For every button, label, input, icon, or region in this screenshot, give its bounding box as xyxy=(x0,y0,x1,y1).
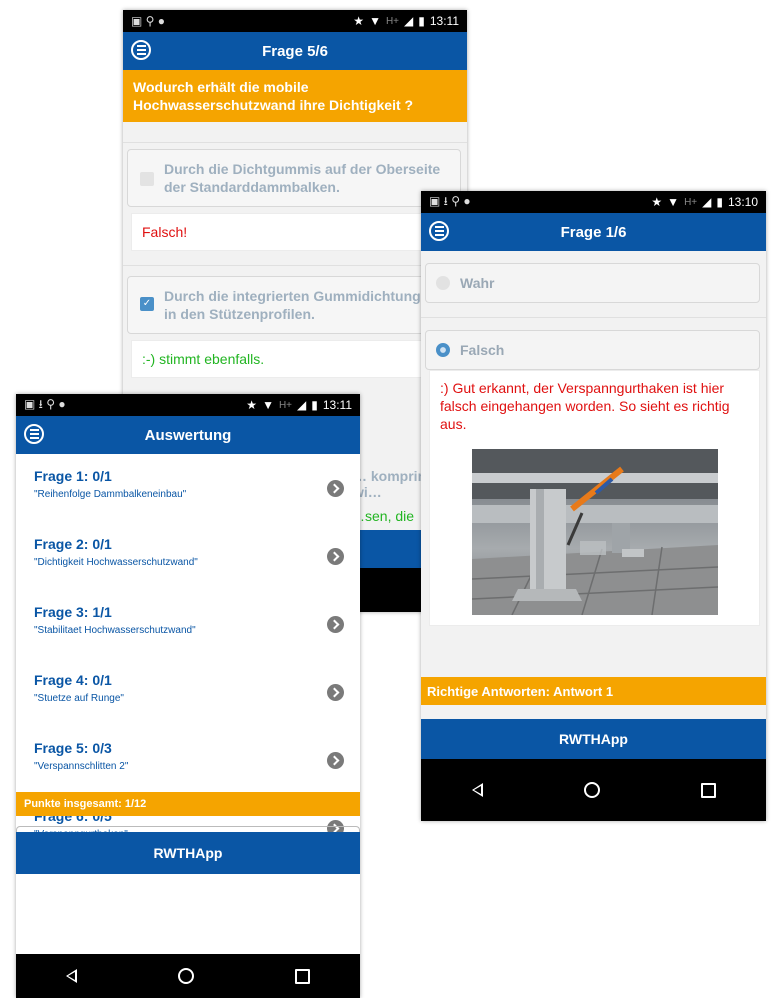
star-icon: ★ xyxy=(651,195,663,209)
signal-icon: ◢ xyxy=(702,195,712,209)
item-subtitle: "Verspannschlitten 2" xyxy=(34,761,129,772)
page-title: Frage 1/6 xyxy=(560,223,627,241)
chevron-right-icon[interactable] xyxy=(327,752,344,769)
battery-icon: ▮ xyxy=(418,14,425,28)
answer-feedback-wrong: Falsch! xyxy=(131,213,463,251)
item-title: Frage 3: 1/1 xyxy=(34,604,112,620)
notification-icons: ▣ ⭳ ⚲ ● xyxy=(24,396,66,411)
battery-icon: ▮ xyxy=(311,398,318,412)
answer-option-wahr[interactable]: Wahr xyxy=(425,263,760,303)
list-item[interactable]: Frage 2: 0/1 "Dichtigkeit Hochwasserschu… xyxy=(16,536,360,604)
chevron-right-icon[interactable] xyxy=(327,616,344,633)
navigation-bar xyxy=(421,759,766,821)
answer-feedback-3-partial: …sen, die xyxy=(351,508,415,524)
home-icon[interactable] xyxy=(583,782,600,798)
item-title: Frage 1: 0/1 xyxy=(34,468,112,484)
recent-apps-icon[interactable] xyxy=(294,968,310,984)
chevron-right-icon[interactable] xyxy=(327,548,344,565)
menu-icon[interactable] xyxy=(131,40,151,60)
item-subtitle: "Stabilitaet Hochwasserschutzwand" xyxy=(34,625,196,636)
answer-option-falsch[interactable]: Falsch xyxy=(425,330,760,370)
menu-icon[interactable] xyxy=(429,221,449,241)
answer-option-label: Durch die Dichtgummis auf der Oberseite … xyxy=(164,161,441,195)
footer-label: RWTHApp xyxy=(153,845,223,861)
recent-apps-icon[interactable] xyxy=(700,782,716,798)
network-type: H+ xyxy=(278,399,293,411)
radio-unselected-icon[interactable] xyxy=(436,276,450,290)
total-points-bar: Punkte insgesamt: 1/12 xyxy=(16,792,360,816)
home-icon[interactable] xyxy=(177,968,194,984)
item-title: Frage 4: 0/1 xyxy=(34,672,112,688)
notification-icons: ▣ ⚲ ● xyxy=(131,14,166,28)
answer-feedback: :) Gut erkannt, der Verspanngurthaken is… xyxy=(429,370,760,626)
footer-label: RWTHApp xyxy=(559,731,628,747)
network-type: H+ xyxy=(385,15,400,27)
list-item[interactable]: Frage 4: 0/1 "Stuetze auf Runge" xyxy=(16,672,360,740)
wifi-icon: ▼ xyxy=(369,14,381,28)
list-item[interactable]: Frage 3: 1/1 "Stabilitaet Hochwasserschu… xyxy=(16,604,360,672)
checkbox-checked-icon[interactable]: ✓ xyxy=(140,297,154,311)
item-title: Frage 2: 0/1 xyxy=(34,536,112,552)
feedback-text: Falsch! xyxy=(142,224,188,240)
status-bar: ▣ ⭳ ⚲ ● ★ ▼ H+ ◢ ▮ 13:10 xyxy=(421,191,766,213)
radio-selected-icon[interactable] xyxy=(436,343,450,357)
screen-frage-1: ▣ ⭳ ⚲ ● ★ ▼ H+ ◢ ▮ 13:10 Frage 1/6 Wahr … xyxy=(421,191,766,821)
item-subtitle: "Stuetze auf Runge" xyxy=(34,693,124,704)
wifi-icon: ▼ xyxy=(667,195,680,209)
total-points-text: Punkte insgesamt: 1/12 xyxy=(24,798,147,810)
title-bar: Frage 5/6 xyxy=(123,32,467,70)
title-bar: Frage 1/6 xyxy=(421,213,766,251)
menu-icon[interactable] xyxy=(24,424,44,444)
star-icon: ★ xyxy=(246,398,258,412)
rwthapp-button[interactable]: RWTHApp xyxy=(16,832,360,874)
feedback-text: :-) stimmt ebenfalls. xyxy=(142,351,265,367)
system-icons: ★ ▼ H+ ◢ ▮ 13:11 xyxy=(246,398,352,412)
checkbox-unchecked-icon[interactable] xyxy=(140,172,154,186)
answer-option-1[interactable]: Durch die Dichtgummis auf der Oberseite … xyxy=(127,149,461,207)
page-title: Frage 5/6 xyxy=(262,42,328,60)
feedback-photo xyxy=(472,449,718,615)
photo-illustration xyxy=(472,449,718,615)
clock: 13:11 xyxy=(429,14,459,28)
answer-option-2[interactable]: ✓ Durch die integrierten Gummidichtungen… xyxy=(127,276,461,334)
question-text: Wodurch erhält die mobile Hochwasserschu… xyxy=(123,70,467,122)
item-subtitle: "Dichtigkeit Hochwasserschutzwand" xyxy=(34,557,198,568)
navigation-bar xyxy=(16,954,360,998)
back-icon[interactable] xyxy=(66,969,78,983)
system-icons: ★ ▼ H+ ◢ ▮ 13:10 xyxy=(651,195,758,209)
star-icon: ★ xyxy=(353,14,365,28)
status-bar: ▣ ⚲ ● ★ ▼ H+ ◢ ▮ 13:11 xyxy=(123,10,467,32)
screen-auswertung: ▣ ⭳ ⚲ ● ★ ▼ H+ ◢ ▮ 13:11 Auswertung Frag… xyxy=(16,394,360,998)
notification-icons: ▣ ⭳ ⚲ ● xyxy=(429,193,471,208)
answer-option-label: Falsch xyxy=(460,342,505,358)
item-subtitle: "Reihenfolge Dammbalkeneinbau" xyxy=(34,489,187,500)
answer-option-label: Wahr xyxy=(460,275,495,291)
feedback-text: :) Gut erkannt, der Verspanngurthaken is… xyxy=(440,380,730,432)
list-item[interactable]: Frage 1: 0/1 "Reihenfolge Dammbalkeneinb… xyxy=(16,468,360,536)
answer-option-label: Durch die integrierten Gummidichtungen i… xyxy=(164,288,438,322)
page-title: Auswertung xyxy=(144,426,232,444)
battery-icon: ▮ xyxy=(716,195,723,209)
clock: 13:10 xyxy=(727,195,758,209)
item-title: Frage 5: 0/3 xyxy=(34,740,112,756)
system-icons: ★ ▼ H+ ◢ ▮ 13:11 xyxy=(353,14,459,28)
back-icon[interactable] xyxy=(471,783,483,797)
rwthapp-button[interactable]: RWTHApp xyxy=(421,719,766,759)
network-type: H+ xyxy=(684,196,698,208)
correct-answers-bar: Richtige Antworten: Antwort 1 xyxy=(421,677,766,705)
signal-icon: ◢ xyxy=(297,398,307,412)
status-bar: ▣ ⭳ ⚲ ● ★ ▼ H+ ◢ ▮ 13:11 xyxy=(16,394,360,416)
signal-icon: ◢ xyxy=(404,14,414,28)
correct-answers-text: Richtige Antworten: Antwort 1 xyxy=(427,683,614,699)
chevron-right-icon[interactable] xyxy=(327,480,344,497)
answer-feedback-correct: :-) stimmt ebenfalls. xyxy=(131,340,463,378)
title-bar: Auswertung xyxy=(16,416,360,454)
clock: 13:11 xyxy=(322,398,352,412)
wifi-icon: ▼ xyxy=(262,398,274,412)
chevron-right-icon[interactable] xyxy=(327,684,344,701)
